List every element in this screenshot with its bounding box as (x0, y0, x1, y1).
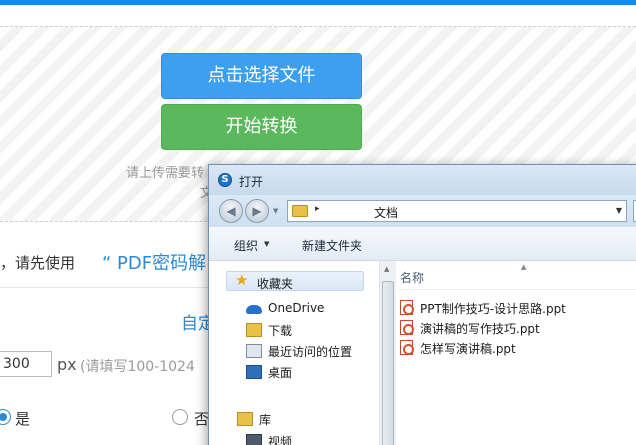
new-folder-button[interactable]: 新建文件夹 (302, 237, 362, 254)
app-icon: S (218, 173, 232, 187)
redacted-path-segment (328, 204, 374, 218)
file-list-pane: ▲ 名称 PPT制作技巧-设计思路.ppt 演讲稿的写作技巧.ppt 怎样写演讲… (397, 261, 636, 445)
desktop-icon (246, 365, 262, 379)
file-row[interactable]: 怎样写演讲稿.ppt (400, 337, 636, 357)
sidebar-item-label: 视频 (268, 435, 293, 445)
address-dropdown-icon[interactable]: ▼ (616, 206, 622, 215)
sidebar-item-desktop[interactable]: 桌面 (244, 362, 384, 382)
navigation-pane: ★ 收藏夹 OneDrive 下载 最近访问的位置 桌面 库 视频 (209, 261, 379, 445)
back-arrow-icon[interactable]: ◀ (219, 199, 243, 223)
download-folder-icon (246, 323, 262, 337)
sidebar-item-library[interactable]: 库 (235, 409, 375, 429)
nav-scrollbar[interactable]: ▲ (379, 261, 396, 445)
sidebar-item-videos[interactable]: 视频 (244, 431, 384, 445)
sidebar-item-label: 桌面 (268, 366, 293, 380)
sidebar-item-label: OneDrive (268, 301, 325, 315)
forward-arrow-icon[interactable]: ▶ (245, 199, 269, 223)
open-file-dialog: S 打开 ◀ ▶ ▼ ▸ 文档 ▼ 组织 ▼ 新建文件夹 ★ 收藏夹 OneDr… (208, 164, 636, 445)
dialog-title: 打开 (239, 175, 264, 189)
file-name: PPT制作技巧-设计思路.ppt (420, 302, 566, 316)
column-header-name[interactable]: 名称 (400, 269, 424, 286)
ppt-file-icon (400, 300, 414, 315)
video-icon (246, 434, 262, 445)
history-dropdown-icon[interactable]: ▼ (273, 207, 278, 215)
ppt-file-icon (400, 340, 414, 355)
address-bar[interactable]: ▸ 文档 ▼ (287, 200, 627, 222)
file-name: 演讲稿的写作技巧.ppt (420, 322, 540, 336)
dialog-titlebar[interactable]: S 打开 (209, 165, 636, 195)
sidebar-item-onedrive[interactable]: OneDrive (244, 299, 384, 319)
scroll-up-icon[interactable]: ▲ (384, 265, 389, 273)
notice-text: ，请先使用 (0, 254, 76, 272)
library-icon (237, 412, 253, 426)
sidebar-item-label: 最近访问的位置 (268, 345, 353, 359)
ppt-file-icon (400, 320, 414, 335)
breadcrumb-separator-icon[interactable]: ▸ (315, 204, 320, 214)
folder-icon (292, 205, 308, 217)
pdf-password-link[interactable]: “ PDF密码解 (102, 249, 206, 275)
file-name: 怎样写演讲稿.ppt (420, 342, 516, 356)
option-yes-radio[interactable] (0, 409, 11, 425)
px-size-input[interactable] (0, 351, 52, 377)
sort-ascending-icon: ▲ (521, 263, 527, 271)
sidebar-item-label: 库 (259, 413, 272, 427)
option-no-radio[interactable] (172, 409, 188, 425)
sidebar-item-downloads[interactable]: 下载 (244, 320, 384, 340)
recent-places-icon (246, 344, 262, 358)
breadcrumb-current-folder[interactable]: 文档 (374, 204, 398, 221)
file-row[interactable]: 演讲稿的写作技巧.ppt (400, 317, 636, 337)
select-file-button[interactable]: 点击选择文件 (161, 53, 362, 99)
onedrive-icon (246, 305, 262, 314)
header-divider (397, 289, 636, 290)
file-row[interactable]: PPT制作技巧-设计思路.ppt (400, 297, 636, 317)
star-icon: ★ (235, 271, 249, 289)
address-row: ◀ ▶ ▼ ▸ 文档 ▼ (209, 195, 636, 227)
dialog-toolbar: 组织 ▼ 新建文件夹 (209, 227, 636, 261)
option-no-label: 否 (194, 410, 210, 428)
sidebar-item-recent-places[interactable]: 最近访问的位置 (244, 341, 384, 361)
sidebar-item-favorites[interactable]: ★ 收藏夹 (226, 271, 364, 291)
option-yes-label: 是 (15, 410, 31, 428)
px-unit-label: px (57, 355, 77, 374)
start-convert-button[interactable]: 开始转换 (161, 104, 362, 150)
top-accent-bar (0, 0, 636, 5)
organize-menu[interactable]: 组织 (234, 237, 258, 254)
sidebar-item-label: 下载 (268, 324, 293, 338)
upload-hint: 请上传需要转 (126, 166, 205, 181)
px-range-note: (请填写100-1024 (80, 359, 195, 375)
favorites-label: 收藏夹 (257, 277, 294, 291)
scrollbar-thumb[interactable] (382, 281, 394, 445)
organize-dropdown-icon[interactable]: ▼ (264, 240, 269, 248)
